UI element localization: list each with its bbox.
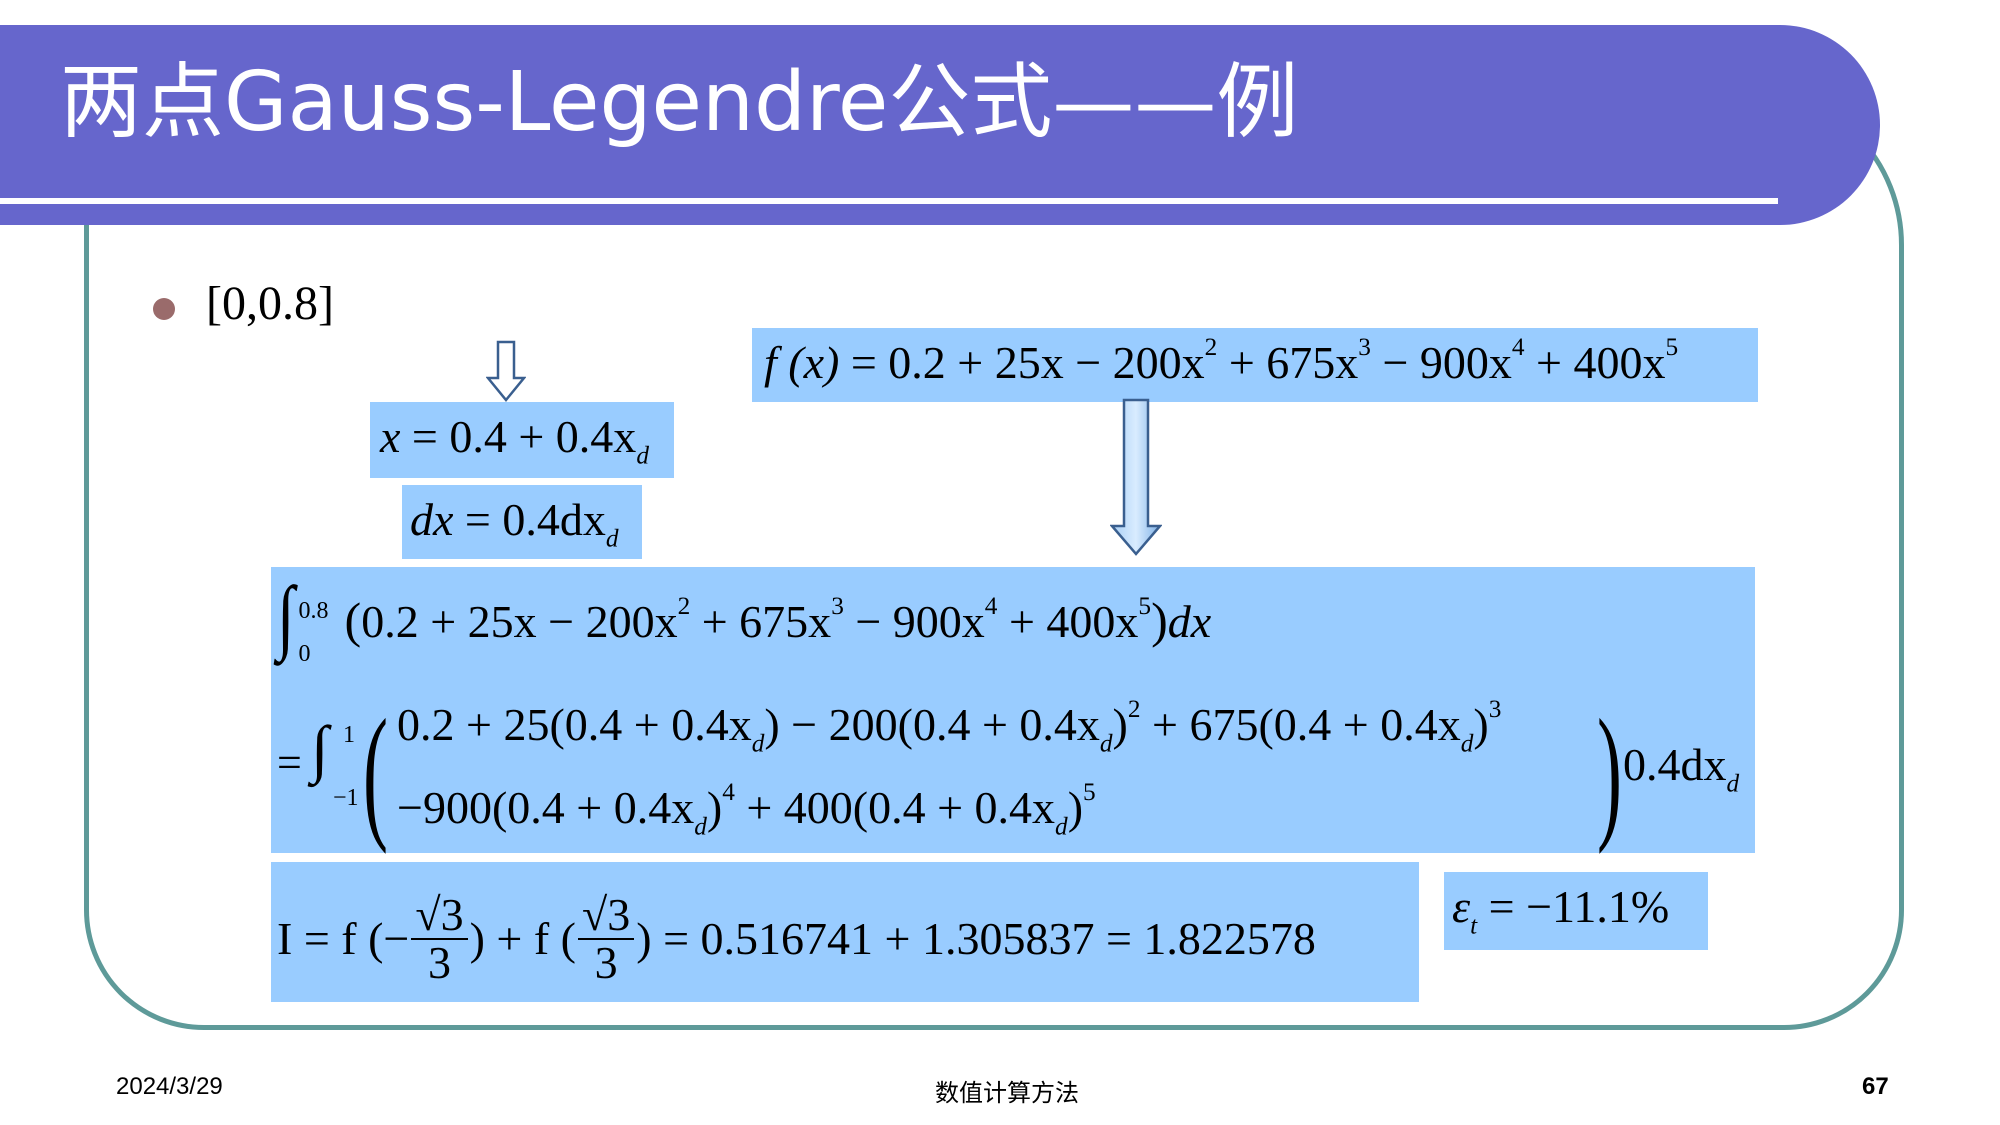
result-prefix: I = f (− <box>277 913 410 964</box>
exponent: 3 <box>1358 333 1371 362</box>
close-paren: ) <box>1151 592 1168 648</box>
exponent: 2 <box>677 592 691 621</box>
expansion-term: ) <box>1067 782 1084 833</box>
result-middle: ) + f ( <box>469 913 576 964</box>
expansion-term: + 400(0.4 + 0.4x <box>734 782 1056 833</box>
expansion-term: 0.2 + 25(0.4 + 0.4x <box>397 699 752 750</box>
integrand-term: + 675x <box>690 596 832 647</box>
fraction-numerator: √3 <box>578 892 635 940</box>
lower-limit: 0 <box>298 641 311 668</box>
error-symbol: ε <box>1452 881 1471 932</box>
bullet-interval: [0,0.8] <box>206 277 334 330</box>
title-underline <box>0 198 1778 204</box>
page-number: 67 <box>1862 1073 1889 1100</box>
dx-substitution: dx = 0.4dxd <box>410 494 619 552</box>
error-box: εt = −11.1% <box>1444 872 1708 950</box>
function-box: f (x) = 0.2 + 25x − 200x2 + 675x3 − 900x… <box>752 328 1758 402</box>
exponent: 4 <box>984 592 998 621</box>
fraction: √3 3 <box>411 892 468 988</box>
subscript: d <box>751 729 765 758</box>
relative-error: εt = −11.1% <box>1452 881 1670 939</box>
subscript: d <box>1099 729 1113 758</box>
lower-limit-2: −1 <box>333 785 359 811</box>
result-suffix: ) = 0.516741 + 1.305837 = 1.822578 <box>636 913 1316 964</box>
function-term: + 400x <box>1524 337 1666 388</box>
bullet-icon <box>153 298 175 320</box>
subscript: d <box>1726 769 1740 798</box>
exponent: 2 <box>1127 695 1141 724</box>
result-box: I = f (− √3 3 ) + f ( √3 3 ) = 0.516741 … <box>271 862 1419 1002</box>
function-term: + 675x <box>1217 337 1359 388</box>
slide-title: 两点Gauss-Legendre公式——例 <box>60 55 1299 150</box>
exponent: 3 <box>1488 695 1502 724</box>
subscript: d <box>605 524 619 553</box>
down-arrow-icon <box>486 340 526 402</box>
integrand-term: + 400x <box>997 596 1139 647</box>
x-substitution-box: x = 0.4 + 0.4xd <box>370 402 674 478</box>
function-lhs: f (x) <box>764 337 840 388</box>
dx-expression: = 0.4dx <box>453 494 606 545</box>
error-value: = −11.1% <box>1477 881 1670 932</box>
subscript: d <box>1055 812 1068 841</box>
x-variable: x <box>380 411 401 462</box>
expansion-term: + 675(0.4 + 0.4x <box>1140 699 1461 750</box>
down-arrow-icon <box>1110 398 1162 556</box>
upper-limit: 0.8 <box>298 598 329 625</box>
expansion-term: ) − 200(0.4 + 0.4x <box>764 699 1100 750</box>
subscript: d <box>694 812 707 841</box>
dx-variable: dx <box>410 494 454 545</box>
exponent: 3 <box>831 592 844 621</box>
exponent: 2 <box>1204 333 1218 362</box>
exponent: 5 <box>1138 592 1152 621</box>
footer-date: 2024/3/29 <box>116 1073 223 1100</box>
exponent: 5 <box>1665 333 1679 362</box>
integral-original: ∫ 0.8 0 (0.2 + 25x − 200x2 + 675x3 − 900x4 … <box>277 569 1212 668</box>
integrand-term: − 900x <box>843 596 985 647</box>
integrand-term: 0.2 + 25x − 200x <box>361 596 678 647</box>
open-paren: ( <box>344 592 362 648</box>
function-term: − 900x <box>1370 337 1512 388</box>
dx-substitution-box: dx = 0.4dxd <box>402 485 642 559</box>
integral-box: ∫ 0.8 0 (0.2 + 25x − 200x2 + 675x3 − 900x4 … <box>271 567 1755 853</box>
expansion-term: ) <box>1112 699 1128 750</box>
expansion-term: ) <box>706 782 723 833</box>
upper-limit-2: 1 <box>343 722 355 748</box>
factor-text: 0.4dx <box>1623 739 1727 790</box>
exponent: 5 <box>1083 778 1096 807</box>
integral-sign: ∫ <box>277 569 295 662</box>
result-formula: I = f (− √3 3 ) + f ( √3 3 ) = 0.516741 … <box>277 892 1316 986</box>
expansion-line-1: 0.2 + 25(0.4 + 0.4xd) − 200(0.4 + 0.4xd)… <box>397 697 1501 756</box>
fraction-denominator: 3 <box>594 937 618 988</box>
fraction-denominator: 3 <box>427 937 451 988</box>
slide: 两点Gauss-Legendre公式——例 [0,0.8] f (x) = 0.… <box>0 0 2000 1125</box>
jacobian-factor: 0.4dxd <box>1623 739 1739 797</box>
function-term: = 0.2 + 25x − 200x <box>850 337 1205 388</box>
integrand: 0.2 + 25x − 200x2 + 675x3 − 900x4 + 400x… <box>361 594 1151 647</box>
differential: dx <box>1167 596 1212 647</box>
fraction: √3 3 <box>578 892 635 988</box>
x-expression: = 0.4 + 0.4x <box>400 411 637 462</box>
expansion-line-2: −900(0.4 + 0.4xd)4 + 400(0.4 + 0.4xd)5 <box>397 780 1096 839</box>
big-close-paren: ) <box>1597 689 1622 855</box>
expansion-term: ) <box>1473 699 1489 750</box>
x-substitution: x = 0.4 + 0.4xd <box>380 411 649 469</box>
function-formula: f (x) = 0.2 + 25x − 200x2 + 675x3 − 900x… <box>764 335 1678 388</box>
fraction-numerator: √3 <box>411 892 468 940</box>
footer-course: 数值计算方法 <box>935 1079 1079 1107</box>
integral-equals: = <box>277 738 302 787</box>
expansion-term: −900(0.4 + 0.4x <box>397 782 695 833</box>
subscript: d <box>636 441 649 470</box>
integral-sign-2: ∫ <box>311 713 329 784</box>
big-open-paren: ( <box>363 689 388 855</box>
subscript: d <box>1460 729 1474 758</box>
exponent: 4 <box>722 778 735 807</box>
integral-limits: 0.8 0 <box>299 598 345 668</box>
exponent: 4 <box>1511 333 1525 362</box>
